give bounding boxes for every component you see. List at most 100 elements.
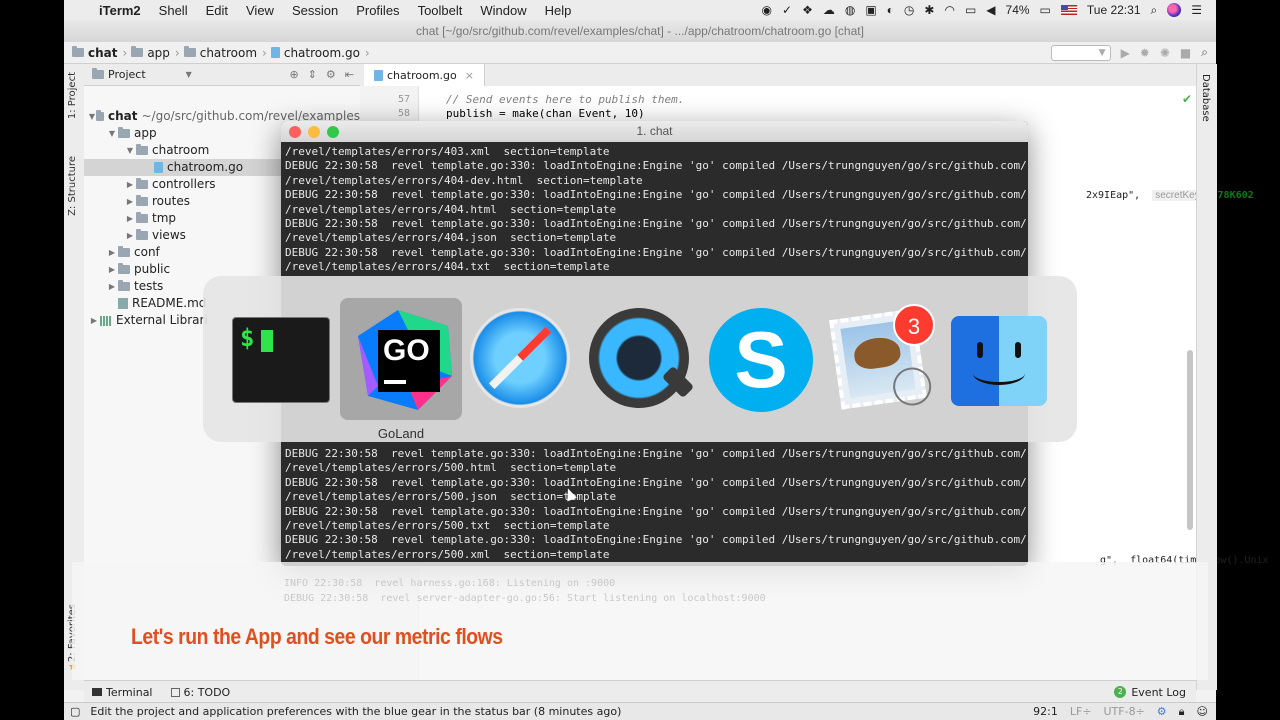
time-machine-icon[interactable]: ◷ — [904, 3, 914, 17]
airplay-icon[interactable]: ▭ — [965, 3, 976, 17]
chevron-down-icon[interactable]: ▼ — [106, 125, 118, 142]
debug-icon[interactable]: ✹ — [1140, 46, 1150, 60]
run-icon[interactable]: ▶ — [1121, 46, 1130, 60]
dropbox-icon[interactable]: ❖ — [802, 3, 813, 17]
battery-icon[interactable]: ▭ — [1040, 3, 1051, 17]
line-number: 57 — [397, 94, 410, 105]
close-icon[interactable]: × — [465, 69, 474, 82]
cloud-icon[interactable]: ☁ — [823, 3, 835, 17]
tree-item-label: chatroom — [152, 143, 210, 157]
quicktime-icon[interactable] — [589, 308, 695, 408]
hide-icon[interactable]: ⇤ — [345, 68, 354, 81]
search-icon[interactable]: ⌕ — [1201, 45, 1208, 60]
clock[interactable]: Tue 22:31 — [1087, 3, 1141, 17]
line-separator[interactable]: LF÷ — [1070, 705, 1092, 718]
menu-view[interactable]: View — [237, 3, 283, 18]
todo-icon — [170, 687, 180, 697]
notification-center-icon[interactable]: ☰ — [1191, 3, 1202, 17]
tab-structure[interactable]: Z: Structure — [67, 156, 78, 216]
docker-icon[interactable]: ▣ — [865, 3, 876, 17]
tool-todo[interactable]: 6: TODO — [170, 686, 230, 699]
tree-item-label: chat — [108, 109, 138, 123]
tree-item-label: tmp — [152, 211, 177, 225]
goland-icon[interactable]: GO — [348, 306, 458, 416]
chevron-right-icon[interactable]: ▶ — [88, 312, 100, 329]
chevron-down-icon[interactable]: ▼ — [124, 142, 136, 159]
stop-icon[interactable]: ■ — [1180, 46, 1191, 60]
folder-icon — [118, 263, 130, 274]
chevron-right-icon[interactable]: ▶ — [106, 278, 118, 295]
terminal-line: DEBUG 22:30:58 revel template.go:330: lo… — [285, 475, 1028, 489]
code-hint-secret: 2x9IEap", secretKey: "78K602 — [1086, 190, 1254, 201]
breadcrumb-chat[interactable]: chat — [72, 46, 131, 60]
chevron-right-icon[interactable]: ▶ — [106, 244, 118, 261]
menu-help[interactable]: Help — [536, 3, 581, 18]
tab-database[interactable]: Database — [1200, 74, 1211, 122]
chevron-right-icon[interactable]: ▶ — [124, 227, 136, 244]
wifi-icon[interactable]: ◠ — [944, 3, 954, 17]
menu-shell[interactable]: Shell — [150, 3, 197, 18]
menu-session[interactable]: Session — [283, 3, 347, 18]
eye-icon[interactable]: ◍ — [845, 3, 855, 17]
chevron-right-icon[interactable]: ▶ — [124, 193, 136, 210]
record-icon[interactable]: ◉ — [762, 3, 772, 17]
breadcrumb-app[interactable]: app — [131, 46, 183, 60]
terminal-icon[interactable]: $ — [232, 317, 330, 403]
chevron-down-icon[interactable]: ▼ — [88, 108, 96, 125]
tree-item-label: External Librari — [116, 313, 208, 327]
battery-percent[interactable]: 74% — [1006, 3, 1030, 17]
file-encoding[interactable]: UTF-8÷ — [1104, 705, 1145, 718]
gear-icon[interactable]: ⚙ — [326, 68, 336, 81]
locate-icon[interactable]: ⊕ — [289, 68, 298, 81]
tool-terminal[interactable]: Terminal — [92, 686, 153, 699]
finder-icon[interactable] — [951, 316, 1047, 406]
breadcrumb-chatroom[interactable]: chatroom — [183, 46, 271, 60]
chevron-right-icon[interactable]: ▶ — [124, 176, 136, 193]
editor-scrollbar[interactable] — [1187, 350, 1193, 530]
zoom-window-icon[interactable] — [327, 126, 339, 138]
siri-icon[interactable] — [1167, 3, 1182, 17]
bottom-tool-bar: Terminal 6: TODO 2 Event Log — [84, 680, 1196, 703]
skype-icon[interactable]: S — [709, 308, 813, 412]
menu-edit[interactable]: Edit — [197, 3, 237, 18]
status-bar: ▢ Edit the project and application prefe… — [64, 702, 1216, 720]
tab-chatroom-go[interactable]: chatroom.go × — [364, 64, 485, 86]
menu-app-name[interactable]: iTerm2 — [90, 3, 150, 18]
inspection-ok-icon: ✔ — [1182, 92, 1193, 106]
toggle-tool-windows-icon[interactable]: ▢ — [70, 705, 80, 718]
input-source-flag-icon[interactable] — [1060, 5, 1077, 15]
tab-project[interactable]: 1: Project — [67, 72, 78, 119]
chevron-down-icon[interactable]: ▼ — [186, 70, 192, 79]
hector-icon[interactable]: ☺ — [1197, 705, 1208, 718]
terminal-line: /revel/templates/errors/500.xml section=… — [285, 547, 610, 561]
lock-icon[interactable]: 🔒︎ — [1179, 705, 1185, 719]
go-file-icon — [154, 162, 163, 173]
tree-item-label: chatroom.go — [167, 160, 244, 174]
run-config-dropdown[interactable]: ▼ — [1050, 44, 1111, 61]
event-log-button[interactable]: 2 Event Log — [1114, 686, 1196, 699]
menu-toolbelt[interactable]: Toolbelt — [409, 3, 472, 18]
chevron-right-icon[interactable]: ▶ — [124, 210, 136, 227]
collapse-icon[interactable]: ⇕ — [308, 68, 317, 81]
menu-profiles[interactable]: Profiles — [347, 3, 408, 18]
terminal-line: /revel/templates/errors/404.txt section=… — [285, 260, 610, 274]
gear-icon[interactable]: ⚙ — [1157, 705, 1167, 718]
ghost-log-line: DEBUG 22:30:58 revel server-adapter-go.g… — [284, 593, 766, 604]
status-message: Edit the project and application prefere… — [90, 705, 622, 718]
safari-icon[interactable] — [470, 308, 570, 408]
sync-icon[interactable]: ◐ — [887, 3, 894, 17]
caret-position[interactable]: 92:1 — [1033, 705, 1058, 718]
menu-window[interactable]: Window — [471, 3, 535, 18]
terminal-line: DEBUG 22:30:58 revel template.go:330: lo… — [285, 245, 1028, 259]
project-view-selector[interactable]: Project — [108, 68, 146, 81]
line-number: 58 — [397, 108, 410, 119]
breadcrumb-file[interactable]: chatroom.go — [270, 46, 374, 60]
coverage-icon[interactable]: ✺ — [1160, 46, 1170, 60]
bluetooth-icon[interactable]: ✱ — [924, 3, 934, 17]
minimize-window-icon[interactable] — [308, 126, 320, 138]
volume-icon[interactable]: ◀ — [986, 3, 995, 17]
spotlight-icon[interactable]: ⌕ — [1151, 3, 1158, 18]
checklist-icon[interactable]: ✓ — [782, 3, 792, 17]
chevron-right-icon[interactable]: ▶ — [106, 261, 118, 278]
close-window-icon[interactable] — [289, 126, 301, 138]
